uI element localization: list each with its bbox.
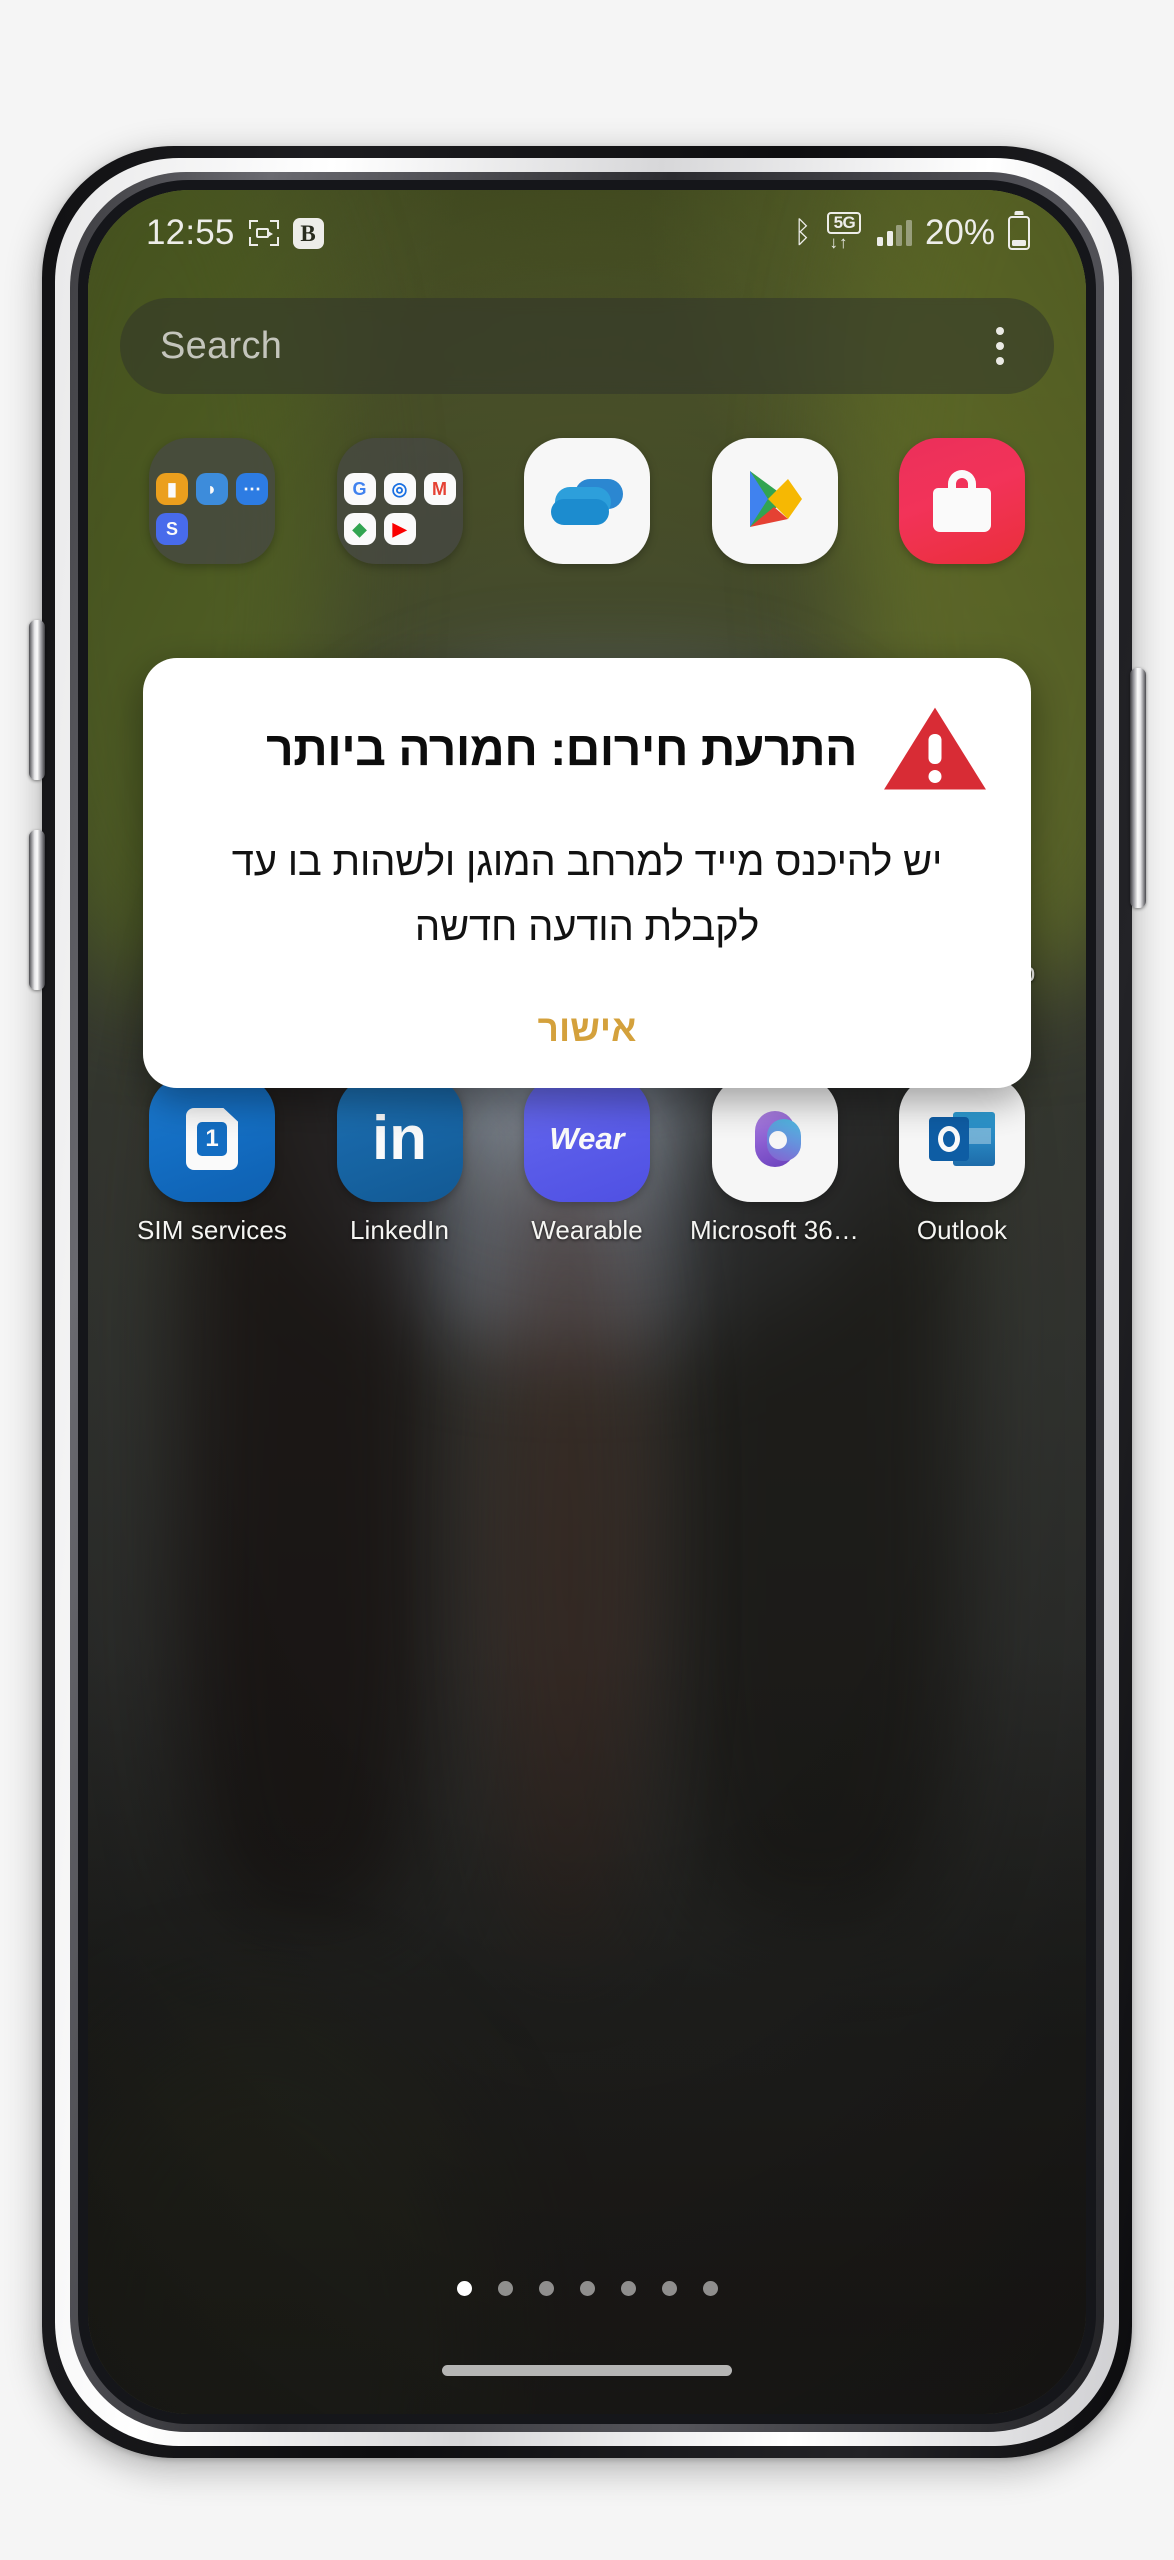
- page-dot[interactable]: [620, 2281, 636, 2296]
- dialog-actions: אישור: [187, 1000, 987, 1058]
- dialog-message: יש להיכנס מייד למרחב המוגן ולשהות בו עד …: [231, 840, 943, 949]
- page-dot[interactable]: [456, 2281, 472, 2296]
- power-button[interactable]: [1130, 668, 1146, 908]
- page-dot[interactable]: [661, 2281, 677, 2296]
- dialog-header: התרעת חירום: חמורה ביותר: [187, 704, 987, 796]
- volume-down-button[interactable]: [29, 830, 45, 990]
- page-dot[interactable]: [702, 2281, 718, 2296]
- phone-screen: 12:55 B ᛒ 5G ↓↑ 20% Search ▮ ◗ ⋯ S G ◎ M…: [88, 190, 1086, 2414]
- gesture-home-bar[interactable]: [442, 2365, 732, 2376]
- page-dot[interactable]: [538, 2281, 554, 2296]
- volume-up-button[interactable]: [29, 620, 45, 780]
- confirm-button[interactable]: אישור: [510, 1000, 665, 1058]
- page-dot[interactable]: [497, 2281, 513, 2296]
- dialog-title: התרעת חירום: חמורה ביותר: [266, 722, 857, 776]
- page-dot[interactable]: [579, 2281, 595, 2296]
- dialog-scrim: [88, 190, 1086, 2414]
- emergency-alert-dialog: התרעת חירום: חמורה ביותר יש להיכנס מייד …: [143, 658, 1031, 1088]
- page-indicator-dots[interactable]: [88, 2281, 1086, 2296]
- warning-triangle-icon: [883, 704, 987, 796]
